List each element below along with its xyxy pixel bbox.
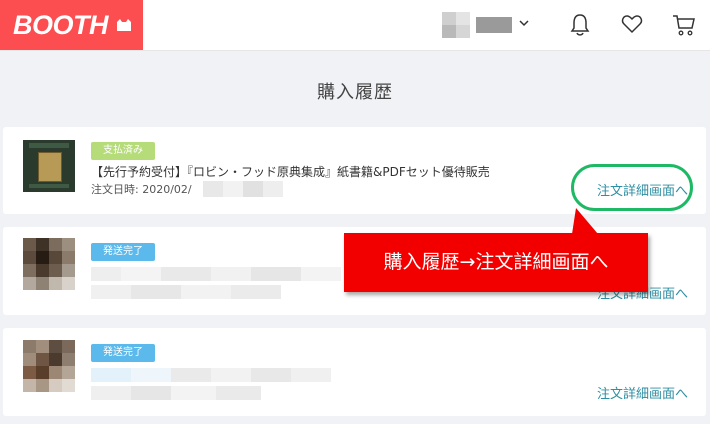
redacted-date [91, 386, 261, 400]
order-card: 発送完了 注文詳細画面へ [3, 328, 706, 416]
bell-icon[interactable] [569, 13, 591, 37]
heart-icon[interactable] [621, 13, 643, 35]
status-badge: 発送完了 [91, 344, 155, 362]
page-title: 購入履歴 [317, 82, 393, 103]
status-badge: 支払済み [91, 142, 155, 160]
annotation-callout: 購入履歴→注文詳細画面へ [344, 233, 648, 292]
booth-logo[interactable]: BOOTH [0, 0, 143, 50]
logo-mark-icon [117, 19, 131, 31]
status-badge: 発送完了 [91, 243, 155, 261]
highlight-ring [571, 164, 693, 211]
product-title[interactable]: 【先行予約受付】『ロビン・フッド原典集成』紙書籍&PDFセット優待販売 [91, 163, 490, 180]
header: BOOTH [0, 0, 710, 51]
redacted-title [91, 368, 331, 382]
redacted-date [91, 285, 281, 299]
cart-icon[interactable] [672, 13, 696, 37]
redacted-title [91, 267, 341, 281]
user-avatar[interactable] [442, 12, 512, 38]
logo-text: BOOTH [13, 10, 109, 40]
order-detail-link[interactable]: 注文詳細画面へ [597, 383, 688, 402]
order-date: 注文日時: 2020/02/ [91, 183, 192, 196]
product-thumbnail[interactable] [23, 238, 75, 290]
product-thumbnail[interactable] [23, 140, 75, 192]
chevron-down-icon[interactable] [519, 19, 529, 27]
product-thumbnail[interactable] [23, 340, 75, 392]
redacted-date [203, 181, 283, 197]
